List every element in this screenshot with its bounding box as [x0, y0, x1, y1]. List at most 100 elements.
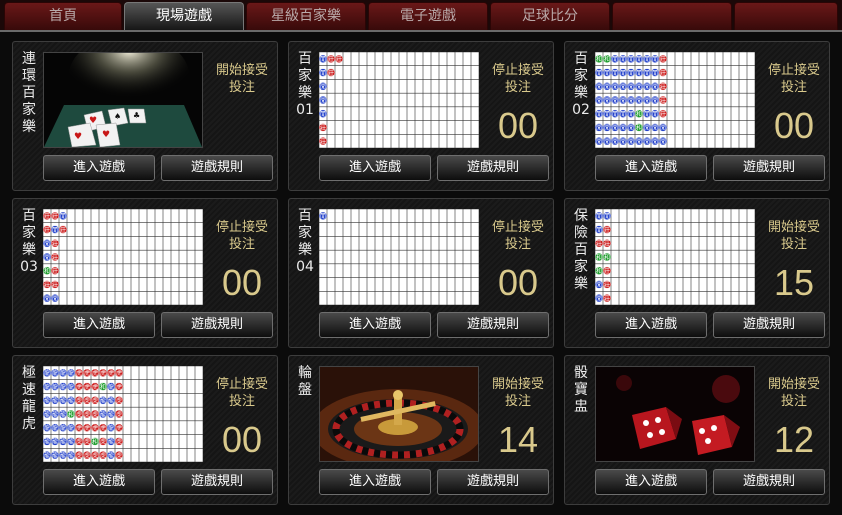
result-bead-label: 閒 — [596, 84, 602, 91]
enter-game-button[interactable]: 進入遊戲 — [319, 312, 431, 338]
result-bead-label: 閒 — [652, 97, 658, 104]
bead-road-grid: 和閒閒閒閒閒閒和閒閒閒閒閒閒閒閒閒閒閒閒閒閒閒閒閒閒閒閒閒閒閒閒閒閒閒閒閒閒閒和… — [594, 51, 756, 149]
result-bead-label: 龍 — [68, 383, 74, 391]
result-bead-label: 虎 — [116, 424, 122, 432]
enter-game-button[interactable]: 進入遊戲 — [43, 469, 155, 495]
result-bead-label: 閒 — [44, 241, 50, 248]
enter-game-button[interactable]: 進入遊戲 — [595, 312, 707, 338]
game-card-speed-dragon-tiger[interactable]: 極速龍虎 龍龍龍龍龍龍龍龍龍龍龍龍龍龍龍龍龍龍龍龍龍龍龍龍和龍龍龍虎虎虎虎虎虎虎… — [12, 355, 278, 505]
bead-road: 閒閒閒閒閒莊莊莊莊莊 — [318, 51, 480, 149]
game-status: 停止接受投注 — [491, 63, 544, 95]
svg-text:♥: ♥ — [89, 116, 97, 126]
enter-game-button[interactable]: 進入遊戲 — [319, 469, 431, 495]
tab-football-scores[interactable]: 足球比分 — [490, 2, 610, 30]
result-bead-label: 閒 — [604, 70, 610, 77]
result-bead-label: 莊 — [660, 69, 666, 77]
result-bead-label: 莊 — [320, 137, 326, 145]
result-bead-label: 閒 — [644, 70, 650, 77]
result-bead-label: 虎 — [84, 438, 90, 446]
result-bead-label: 和 — [636, 110, 642, 118]
result-bead-label: 龍 — [60, 397, 66, 405]
result-bead-label: 虎 — [92, 451, 98, 459]
result-bead-label: 虎 — [116, 369, 122, 377]
game-rules-button[interactable]: 遊戲規則 — [437, 469, 549, 495]
game-name: 百家樂02 — [572, 51, 590, 118]
result-bead-label: 虎 — [84, 383, 90, 391]
result-bead-label: 閒 — [320, 97, 326, 104]
result-bead-label: 閒 — [604, 213, 610, 220]
enter-game-button[interactable]: 進入遊戲 — [595, 155, 707, 181]
result-bead-label: 閒 — [604, 138, 610, 145]
svg-text:♥: ♥ — [74, 132, 82, 142]
tab-electronic-games[interactable]: 電子遊戲 — [368, 2, 488, 30]
result-bead-label: 龍 — [44, 397, 50, 405]
result-bead-label: 和 — [68, 410, 74, 418]
game-rules-button[interactable]: 遊戲規則 — [161, 312, 273, 338]
result-bead-label: 和 — [636, 124, 642, 132]
result-bead-label: 龍 — [108, 424, 114, 432]
tab-home[interactable]: 首頁 — [4, 2, 122, 30]
result-bead-label: 閒 — [652, 138, 658, 145]
result-bead-label: 閒 — [620, 56, 626, 63]
result-bead-label: 龍 — [52, 451, 58, 459]
result-bead-label: 虎 — [116, 397, 122, 405]
result-bead-label: 虎 — [92, 369, 98, 377]
enter-game-button[interactable]: 進入遊戲 — [595, 469, 707, 495]
tab-live-games[interactable]: 現場遊戲 — [124, 2, 244, 30]
result-bead-label: 龍 — [52, 383, 58, 391]
result-bead-label: 龍 — [52, 397, 58, 405]
result-bead-label: 閒 — [628, 125, 634, 132]
result-bead-label: 閒 — [596, 70, 602, 77]
result-bead-label: 閒 — [612, 84, 618, 91]
enter-game-button[interactable]: 進入遊戲 — [43, 312, 155, 338]
countdown: 12 — [773, 419, 815, 460]
game-rules-button[interactable]: 遊戲規則 — [161, 469, 273, 495]
game-card-chain-baccarat[interactable]: 連環百家樂 ♥ ♥ ♥ ♠ ♣ 開始接受投注 進入遊戲 遊戲規則 — [12, 41, 278, 191]
game-card-baccarat-02[interactable]: 百家樂02 和閒閒閒閒閒閒和閒閒閒閒閒閒閒閒閒閒閒閒閒閒閒閒閒閒閒閒閒閒閒閒閒閒… — [564, 41, 830, 191]
result-bead-label: 龍 — [60, 438, 66, 446]
enter-game-button[interactable]: 進入遊戲 — [319, 155, 431, 181]
result-bead-label: 閒 — [636, 70, 642, 77]
game-status: 開始接受投注 — [767, 377, 820, 409]
game-status: 開始接受投注 — [491, 377, 544, 409]
game-card-baccarat-03[interactable]: 百家樂03 莊莊閒閒和莊閒莊閒莊莊莊莊閒閒莊 停止接受投注 00 進入遊戲 遊戲… — [12, 198, 278, 348]
result-bead-label: 閒 — [52, 295, 58, 302]
result-bead-label: 閒 — [652, 84, 658, 91]
enter-game-button[interactable]: 進入遊戲 — [43, 155, 155, 181]
result-bead-label: 虎 — [76, 451, 82, 459]
tab-star-baccarat[interactable]: 星級百家樂 — [246, 2, 366, 30]
game-rules-button[interactable]: 遊戲規則 — [161, 155, 273, 181]
game-card-sic-bo[interactable]: 骰寶盅 開始接受投注 12 進入遊戲 遊戲規則 — [564, 355, 830, 505]
result-bead-label: 虎 — [108, 369, 114, 377]
game-card-baccarat-01[interactable]: 百家樂01 閒閒閒閒閒莊莊莊莊莊 停止接受投注 00 進入遊戲 遊戲規則 — [288, 41, 554, 191]
result-bead-label: 虎 — [84, 424, 90, 432]
result-bead-label: 虎 — [84, 410, 90, 418]
result-bead-label: 閒 — [652, 56, 658, 63]
result-bead-label: 閒 — [628, 111, 634, 118]
result-bead-label: 莊 — [660, 83, 666, 91]
result-bead-label: 龍 — [108, 410, 114, 418]
game-card-insurance-baccarat[interactable]: 保險百家樂 閒閒莊和和閒閒閒莊莊和莊莊莊 開始接受投注 15 進入遊戲 遊戲規則 — [564, 198, 830, 348]
result-bead-label: 閒 — [652, 111, 658, 118]
game-name: 百家樂01 — [296, 51, 314, 118]
result-bead-label: 閒 — [628, 138, 634, 145]
result-bead-label: 虎 — [84, 397, 90, 405]
result-bead-label: 龍 — [60, 410, 66, 418]
result-bead-label: 閒 — [320, 213, 326, 220]
game-rules-button[interactable]: 遊戲規則 — [713, 469, 825, 495]
tab-extra[interactable] — [612, 2, 732, 30]
game-rules-button[interactable]: 遊戲規則 — [437, 155, 549, 181]
tab-extra-2[interactable] — [734, 2, 838, 30]
result-bead-label: 閒 — [612, 56, 618, 63]
result-bead-label: 閒 — [604, 84, 610, 91]
game-card-roulette[interactable]: 輪盤 開始接受投注 14 進入遊戲 遊戲規則 — [288, 355, 554, 505]
result-bead-label: 閒 — [612, 111, 618, 118]
baccarat-table-photo: ♥ ♥ ♥ ♠ ♣ — [43, 52, 203, 148]
game-rules-button[interactable]: 遊戲規則 — [713, 312, 825, 338]
result-bead-label: 和 — [44, 267, 50, 275]
result-bead-label: 龍 — [68, 438, 74, 446]
game-rules-button[interactable]: 遊戲規則 — [437, 312, 549, 338]
countdown: 00 — [497, 262, 539, 303]
game-rules-button[interactable]: 遊戲規則 — [713, 155, 825, 181]
game-card-baccarat-04[interactable]: 百家樂04 閒 停止接受投注 00 進入遊戲 遊戲規則 — [288, 198, 554, 348]
